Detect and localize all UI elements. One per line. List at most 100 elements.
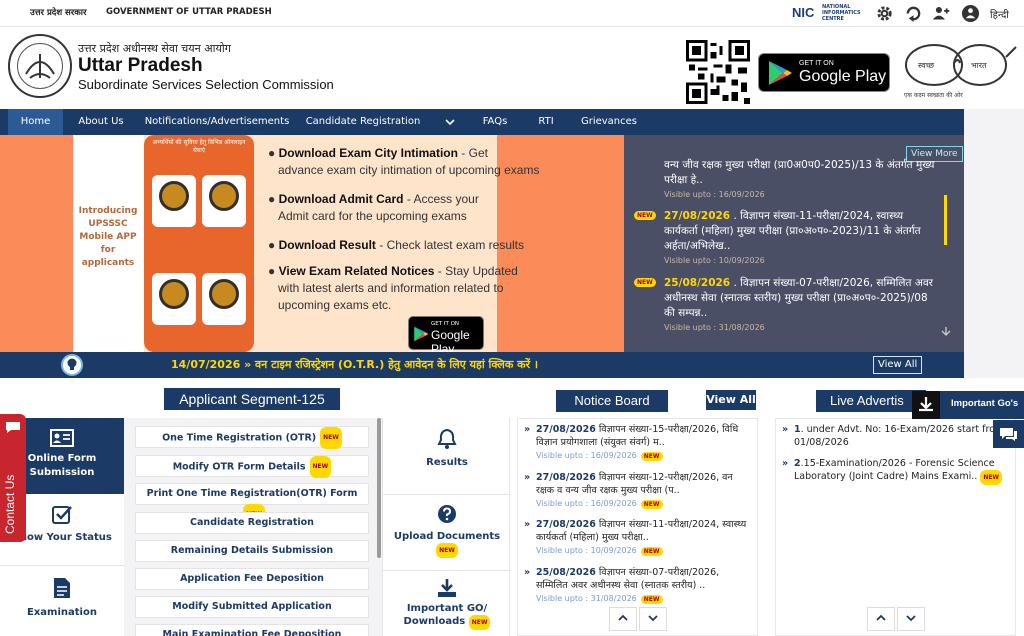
contact-us-tab[interactable]: Contact Us	[0, 414, 26, 542]
arrow-down-icon[interactable]	[941, 326, 951, 336]
news-item[interactable]: वन्य जीव रक्षक मुख्य परीक्षा (प्रा0अ0प0-…	[634, 158, 939, 199]
lightbulb-icon	[61, 354, 83, 376]
swachh-tagline: एक कदम स्वच्छता की ओर	[904, 92, 963, 99]
google-play-icon	[414, 326, 429, 342]
ads-scroll-down-button[interactable]	[897, 607, 925, 631]
option-main-exam-fee[interactable]: Main Examination Fee Deposition	[135, 624, 369, 636]
bharat-word: भारत	[971, 61, 987, 70]
new-badge: NEW	[640, 595, 663, 604]
chevron-down-icon[interactable]	[445, 118, 455, 126]
segment-examination[interactable]: Examination	[0, 566, 124, 636]
option-application-fee[interactable]: Application Fee Deposition	[135, 568, 369, 590]
new-badge: NEW	[634, 278, 656, 287]
ticker-text[interactable]: 14/07/2026 » वन टाइम रजिस्ट्रेशन (O.T.R.…	[171, 357, 538, 372]
nav-rti[interactable]: RTI	[524, 109, 568, 135]
id-card-icon	[50, 429, 74, 447]
option-remaining-details[interactable]: Remaining Details Submission	[135, 540, 369, 562]
news-scrollbar[interactable]	[944, 195, 947, 245]
new-badge: NEW	[436, 543, 458, 558]
refresh-icon[interactable]	[904, 4, 923, 23]
notice-item[interactable]: » 27/08/2026 विज्ञापन संख्या-15-परीक्षा/2…	[524, 423, 750, 461]
up-govt-emblem[interactable]	[8, 34, 72, 98]
nic-logo[interactable]: NIC	[792, 5, 814, 20]
new-badge: NEW	[634, 211, 656, 220]
segment-options: One Time Registration (OTR) NEW Modify OT…	[124, 418, 382, 636]
accessibility-users-icon[interactable]	[932, 4, 951, 23]
news-ticker: 14/07/2026 » वन टाइम रजिस्ट्रेशन (O.T.R.…	[0, 352, 964, 378]
phone-mockup: अभ्यर्थियों की सुविधा हेतु विभिन्न ऑनलाइ…	[144, 135, 254, 352]
option-modify-application[interactable]: Modify Submitted Application	[135, 596, 369, 618]
notice-scroll-controls	[609, 607, 673, 631]
state-govt-english: GOVERNMENT OF UTTAR PRADESH	[106, 7, 272, 17]
live-advertisement-title: Live Advertis	[816, 390, 926, 412]
org-name-line2: Subordinate Services Selection Commissio…	[78, 77, 334, 92]
qr-code-icon[interactable]	[686, 40, 750, 104]
site-header: उत्तर प्रदेश अधीनस्थ सेवा चयन आयोग Uttar…	[0, 27, 1024, 109]
nav-home[interactable]: Home	[8, 109, 63, 135]
notice-item[interactable]: » 25/08/2026 विज्ञापन संख्या-07-परीक्षा/2…	[524, 566, 750, 604]
notice-board: » 27/08/2026 विज्ञापन संख्या-15-परीक्षा/2…	[517, 418, 758, 636]
advertisement-item[interactable]: » 1. under Advt. No: 16-Exam/2026 start f…	[782, 423, 1008, 449]
new-badge: NEW	[320, 427, 342, 449]
banner-feature-2: ● Download Admit Card - Access your Admi…	[268, 192, 479, 223]
notice-board-view-all-button[interactable]: View All	[706, 390, 756, 410]
nav-notifications[interactable]: Notifications/Advertisements	[142, 109, 292, 135]
swachh-word: स्वच्छ	[918, 61, 935, 70]
option-print-otr[interactable]: Print One Time Registration(OTR) FormNEW	[135, 483, 369, 526]
checkbox-icon	[52, 506, 72, 524]
bell-icon	[437, 428, 457, 449]
live-advertisement-board: » 1. under Advt. No: 16-Exam/2026 start f…	[775, 418, 1016, 636]
settings-gear-icon[interactable]	[875, 4, 894, 23]
phone-tile	[152, 175, 196, 227]
option-modify-otr[interactable]: Modify OTR Form Details NEW	[135, 455, 369, 478]
swachh-bharat-logo: स्वच्छ भारत एक कदम स्वच्छता की ओर	[898, 41, 1018, 101]
nav-candidate-registration[interactable]: Candidate Registration	[302, 109, 424, 135]
quick-upload-documents[interactable]: Upload Documents NEW	[383, 504, 511, 570]
google-play-badge[interactable]: GET IT ON Google Play	[758, 53, 890, 92]
banner-feature-3: ● Download Result - Check latest exam re…	[268, 238, 524, 252]
chat-bubble-icon	[6, 422, 20, 433]
new-badge: NEW	[468, 615, 491, 630]
quick-important-go-downloads[interactable]: Important GO/ Downloads NEW	[383, 578, 511, 636]
news-item[interactable]: NEW 27/08/2026 . विज्ञापन संख्या-11-परीक…	[634, 209, 939, 265]
banner-google-play-badge[interactable]: GET IT ON Google Play	[408, 316, 484, 356]
advertisement-item[interactable]: » 2.15-Examination/2026 - Forensic Scienc…	[782, 457, 1008, 485]
banner-feature-4: ● View Exam Related Notices - Stay Updat…	[268, 264, 518, 312]
notice-item[interactable]: » 27/08/2026 विज्ञापन संख्या-12-परीक्षा/2…	[524, 471, 750, 509]
chat-button[interactable]	[993, 420, 1024, 448]
chevron-up-icon	[876, 614, 886, 621]
option-candidate-registration[interactable]: Candidate Registration	[135, 512, 369, 534]
phone-tile	[152, 273, 196, 325]
nav-faqs[interactable]: FAQs	[470, 109, 520, 135]
options-scrollbar[interactable]	[377, 418, 381, 558]
ticker-view-all-button[interactable]: View All	[873, 356, 923, 374]
chevron-up-icon	[618, 614, 628, 621]
nav-about-us[interactable]: About Us	[66, 109, 136, 135]
ads-scroll-up-button[interactable]	[867, 607, 895, 631]
important-gos-button[interactable]: Important Go's	[912, 391, 1024, 419]
news-item[interactable]: NEW 25/08/2026 . विज्ञापन संख्या-07-परीक…	[634, 276, 939, 332]
org-name-line1: Uttar Pradesh	[78, 55, 203, 76]
google-play-icon	[769, 61, 792, 85]
notice-scroll-down-button[interactable]	[639, 607, 667, 631]
new-badge: NEW	[640, 452, 663, 461]
swachh-glasses-icon	[905, 44, 1017, 86]
mobile-app-text: Introducing UPSSSC Mobile APP for applic…	[78, 206, 138, 268]
gplay-small-text: GET IT ON	[799, 60, 834, 67]
phone-tile	[202, 175, 246, 227]
phone-tile	[202, 273, 246, 325]
chevron-down-icon	[648, 615, 658, 622]
top-bar: उत्तर प्रदेश सरकार GOVERNMENT OF UTTAR P…	[0, 0, 1024, 27]
promo-banner[interactable]: Introducing UPSSSC Mobile APP for applic…	[0, 135, 624, 356]
notice-board-title: Notice Board	[556, 390, 668, 412]
nic-logo-sub: NATIONAL INFORMATICS CENTRE	[822, 4, 861, 22]
notice-scroll-up-button[interactable]	[609, 607, 637, 631]
screen-reader-icon[interactable]	[961, 4, 980, 23]
option-one-time-registration[interactable]: One Time Registration (OTR) NEW	[135, 426, 369, 449]
nav-grievances[interactable]: Grievances	[574, 109, 644, 135]
quick-results[interactable]: Results	[383, 428, 511, 494]
new-badge: NEW	[640, 500, 663, 509]
quick-divider	[383, 494, 511, 495]
notice-item[interactable]: » 27/08/2026 विज्ञापन संख्या-11-परीक्षा/2…	[524, 518, 750, 556]
language-toggle[interactable]: हिन्दी	[990, 7, 1009, 21]
